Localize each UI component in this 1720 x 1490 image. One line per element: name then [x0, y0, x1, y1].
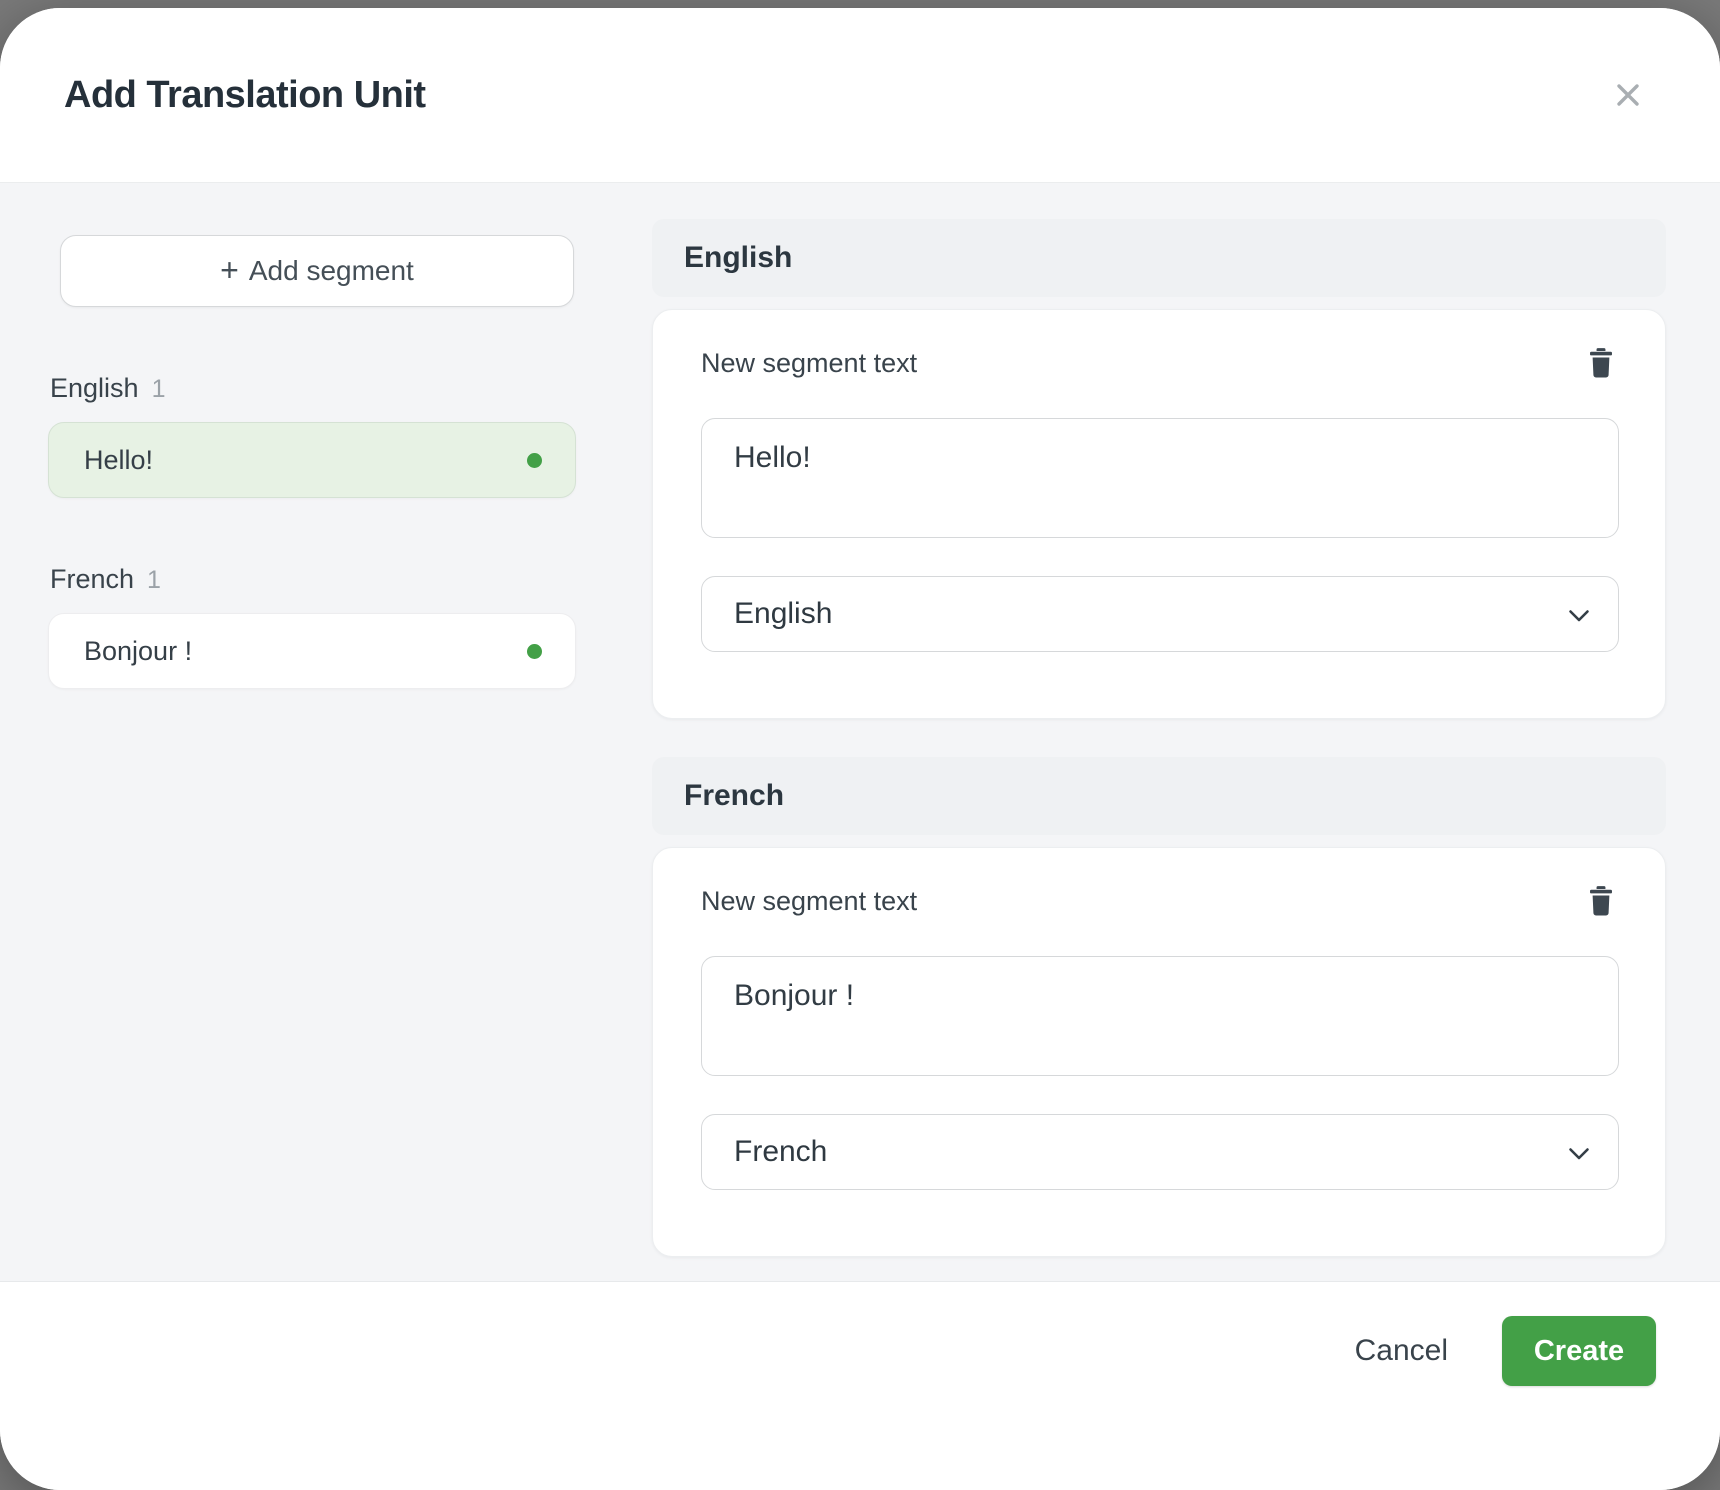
trash-icon: [1585, 368, 1617, 383]
segment-item-english[interactable]: Hello!: [48, 422, 576, 498]
group-count: 1: [152, 375, 166, 404]
group-language: French: [50, 564, 134, 595]
editor-panel: English New segment text: [652, 219, 1666, 1281]
dialog-title: Add Translation Unit: [64, 74, 426, 117]
field-label: New segment text: [701, 348, 917, 379]
segment-editor-card-english: New segment text Hello! English: [652, 309, 1666, 719]
section-header-french: French: [652, 757, 1666, 835]
chevron-down-icon: [1568, 597, 1590, 631]
section-title: English: [684, 241, 792, 275]
add-translation-unit-dialog: Add Translation Unit + Add segment Engli…: [0, 8, 1720, 1490]
section-title: French: [684, 779, 784, 813]
segment-item-text: Bonjour !: [84, 636, 192, 667]
field-label: New segment text: [701, 886, 917, 917]
dialog-body: + Add segment English 1 Hello! French 1 …: [0, 182, 1720, 1281]
dialog-header: Add Translation Unit: [0, 8, 1720, 182]
segment-item-text: Hello!: [84, 445, 153, 476]
add-segment-label: Add segment: [249, 255, 414, 287]
segments-panel: + Add segment English 1 Hello! French 1 …: [48, 219, 576, 1281]
dialog-footer: Cancel Create: [0, 1281, 1720, 1490]
segment-text-input[interactable]: Hello!: [701, 418, 1619, 538]
delete-segment-button[interactable]: [1583, 882, 1619, 920]
add-segment-button[interactable]: + Add segment: [60, 235, 574, 307]
group-count: 1: [147, 566, 161, 595]
language-select[interactable]: French: [701, 1114, 1619, 1190]
group-language: English: [50, 373, 139, 404]
selected-language: French: [734, 1135, 827, 1169]
group-label-english: English 1: [50, 373, 576, 404]
cancel-button[interactable]: Cancel: [1313, 1316, 1490, 1386]
status-dot-icon: [527, 644, 542, 659]
language-select[interactable]: English: [701, 576, 1619, 652]
plus-icon: +: [220, 254, 239, 286]
segment-item-french[interactable]: Bonjour !: [48, 613, 576, 689]
status-dot-icon: [527, 453, 542, 468]
segment-editor-card-french: New segment text Bonjour ! French: [652, 847, 1666, 1257]
card-header: New segment text: [701, 344, 1619, 382]
selected-language: English: [734, 597, 832, 631]
delete-segment-button[interactable]: [1583, 344, 1619, 382]
section-header-english: English: [652, 219, 1666, 297]
trash-icon: [1585, 906, 1617, 921]
close-button[interactable]: [1604, 71, 1652, 119]
group-label-french: French 1: [50, 564, 576, 595]
segment-text-input[interactable]: Bonjour !: [701, 956, 1619, 1076]
close-icon: [1610, 101, 1646, 116]
card-header: New segment text: [701, 882, 1619, 920]
chevron-down-icon: [1568, 1135, 1590, 1169]
create-button[interactable]: Create: [1502, 1316, 1656, 1386]
